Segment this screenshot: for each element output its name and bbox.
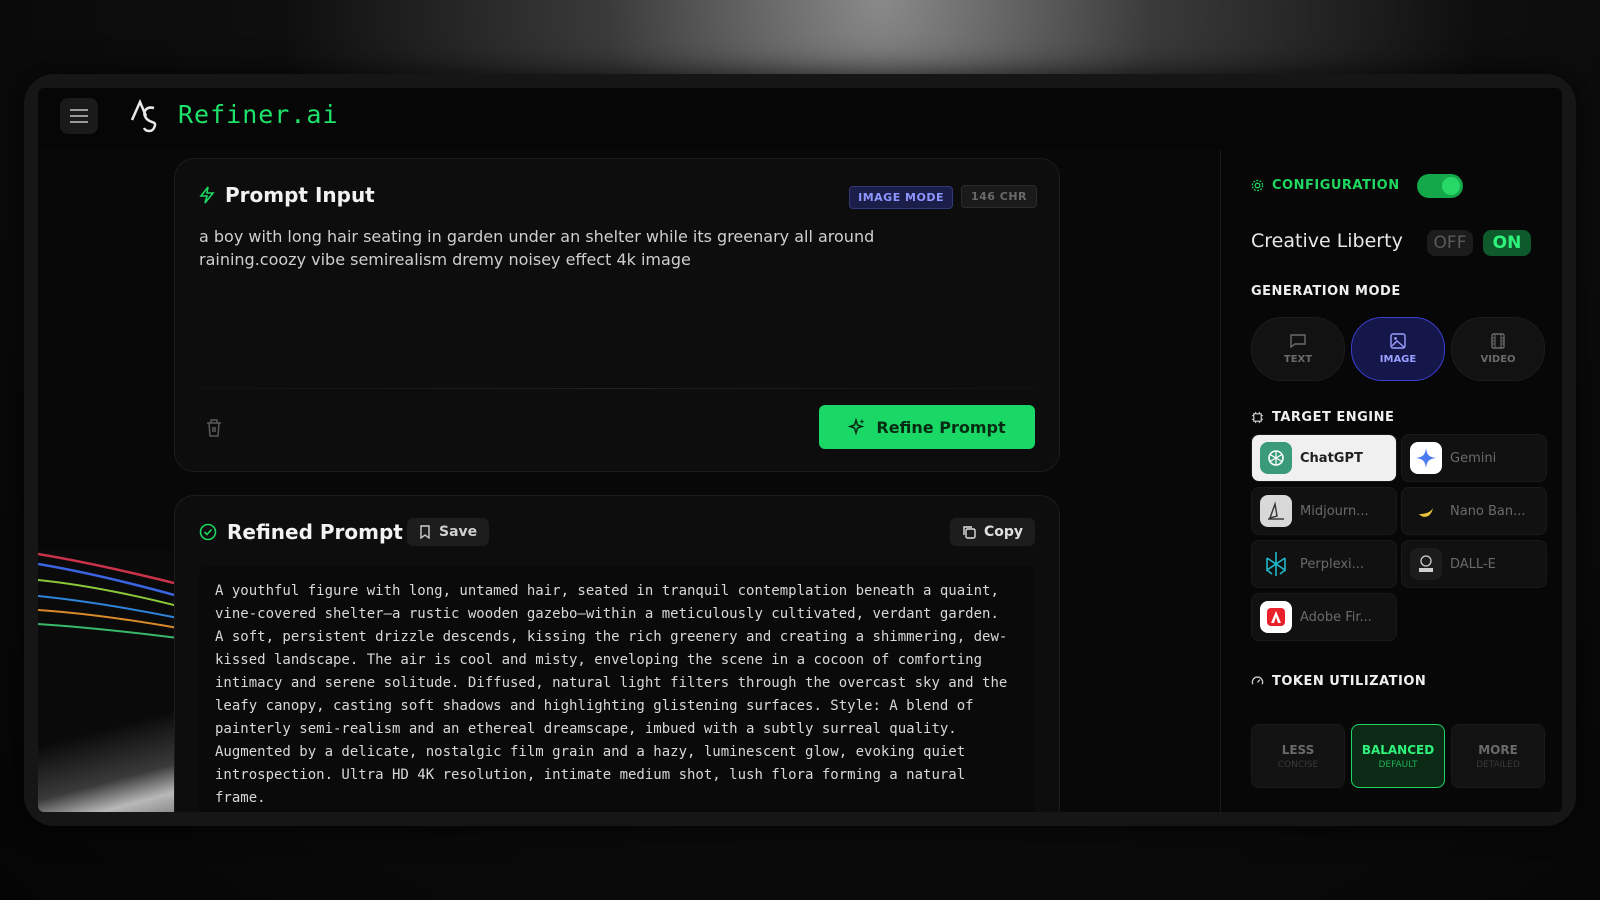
- prompt-input-heading: Prompt Input: [199, 183, 375, 207]
- message-icon: [1290, 334, 1306, 349]
- gemini-icon: [1410, 442, 1442, 474]
- generation-mode-heading: GENERATION MODE: [1251, 284, 1401, 299]
- app-screen: Refiner.ai Prompt Input IMAGE MODE 146 C…: [38, 88, 1562, 812]
- token-balanced-sub: DEFAULT: [1378, 759, 1418, 770]
- mode-text-label: TEXT: [1283, 354, 1313, 365]
- engine-dalle-label: DALL-E: [1450, 556, 1496, 572]
- engine-perplexity[interactable]: Perplexi...: [1251, 540, 1397, 588]
- configuration-title: CONFIGURATION: [1272, 178, 1400, 193]
- lightning-icon: [199, 186, 215, 204]
- char-count-badge: 146 CHR: [960, 185, 1037, 208]
- copy-label: Copy: [983, 524, 1023, 540]
- engine-midjourney-label: Midjourn...: [1300, 503, 1369, 519]
- check-circle-icon: [199, 523, 217, 541]
- decorative-stripes: [38, 550, 178, 812]
- image-icon: [1390, 333, 1406, 349]
- creative-liberty-off[interactable]: OFF: [1427, 230, 1473, 256]
- mode-text-button[interactable]: TEXT: [1251, 317, 1345, 381]
- adobe-firefly-icon: [1260, 601, 1292, 633]
- creative-liberty-on[interactable]: ON: [1483, 230, 1531, 256]
- midjourney-icon: [1260, 495, 1292, 527]
- refined-prompt-heading: Refined Prompt: [199, 520, 403, 544]
- engine-chatgpt-label: ChatGPT: [1300, 450, 1363, 466]
- engine-adobe-firefly-label: Adobe Fir...: [1300, 609, 1372, 625]
- token-more-sub: DETAILED: [1476, 759, 1520, 770]
- engine-dalle[interactable]: DALL-E: [1401, 540, 1547, 588]
- engine-gemini[interactable]: Gemini: [1401, 434, 1547, 482]
- token-balanced-button[interactable]: BALANCED DEFAULT: [1351, 724, 1445, 788]
- creative-liberty-label: Creative Liberty: [1251, 230, 1403, 252]
- token-more-button[interactable]: MORE DETAILED: [1451, 724, 1545, 788]
- toggle-knob: [1442, 177, 1460, 195]
- chatgpt-icon: [1260, 442, 1292, 474]
- engine-chatgpt[interactable]: ChatGPT: [1251, 434, 1397, 482]
- engine-midjourney[interactable]: Midjourn...: [1251, 487, 1397, 535]
- gauge-icon: [1251, 676, 1264, 685]
- refine-prompt-label: Refine Prompt: [876, 417, 1006, 437]
- mode-image-label: IMAGE: [1379, 354, 1417, 365]
- bookmark-icon: [420, 525, 430, 539]
- configuration-sidebar: CONFIGURATION Creative Liberty OFF ON GE…: [1220, 150, 1562, 812]
- engine-nano-banana[interactable]: Nano Ban...: [1401, 487, 1547, 535]
- mode-video-button[interactable]: VIDEO: [1451, 317, 1545, 381]
- image-mode-badge: IMAGE MODE: [849, 186, 953, 209]
- app-header: Refiner.ai: [38, 88, 1562, 151]
- mode-image-button[interactable]: IMAGE: [1351, 317, 1445, 381]
- prompt-textarea[interactable]: a boy with long hair seating in garden u…: [199, 225, 959, 271]
- token-utilization-heading: TOKEN UTILIZATION: [1251, 674, 1426, 689]
- divider: [199, 388, 1035, 389]
- token-more-label: MORE: [1478, 742, 1518, 757]
- copy-button[interactable]: Copy: [949, 518, 1035, 546]
- logo-icon: [130, 98, 157, 133]
- refined-text-box: A youthful figure with long, untamed hai…: [199, 566, 1035, 812]
- refined-prompt-title: Refined Prompt: [227, 520, 403, 544]
- gear-icon: [1251, 179, 1264, 192]
- cpu-icon: [1251, 411, 1264, 424]
- perplexity-icon: [1260, 548, 1292, 580]
- save-button[interactable]: Save: [407, 518, 490, 546]
- menu-button[interactable]: [60, 98, 98, 134]
- token-balanced-label: BALANCED: [1361, 742, 1435, 757]
- token-less-button[interactable]: LESS CONCISE: [1251, 724, 1345, 788]
- refined-prompt-card: Refined Prompt Save Copy A youthful figu…: [174, 495, 1060, 812]
- sparkles-icon: [848, 418, 865, 436]
- engine-perplexity-label: Perplexi...: [1300, 556, 1365, 572]
- engine-adobe-firefly[interactable]: Adobe Fir...: [1251, 593, 1397, 641]
- prompt-input-card: Prompt Input IMAGE MODE 146 CHR a boy wi…: [174, 158, 1060, 472]
- engine-nano-banana-label: Nano Ban...: [1450, 503, 1526, 519]
- save-label: Save: [439, 524, 478, 540]
- banana-icon: [1410, 495, 1442, 527]
- token-less-label: LESS: [1281, 742, 1315, 757]
- refined-text[interactable]: A youthful figure with long, untamed hai…: [215, 580, 1015, 810]
- hamburger-icon: [70, 109, 88, 123]
- target-engine-heading: TARGET ENGINE: [1251, 410, 1394, 425]
- main-panel: Prompt Input IMAGE MODE 146 CHR a boy wi…: [38, 150, 1220, 812]
- refine-prompt-button[interactable]: Refine Prompt: [819, 405, 1035, 449]
- trash-icon[interactable]: [205, 418, 223, 438]
- configuration-toggle[interactable]: [1417, 174, 1463, 198]
- film-icon: [1491, 333, 1505, 349]
- dalle-icon: [1410, 548, 1442, 580]
- engine-gemini-label: Gemini: [1450, 450, 1497, 466]
- token-utilization-title: TOKEN UTILIZATION: [1272, 674, 1427, 689]
- token-less-sub: CONCISE: [1277, 759, 1319, 770]
- mode-video-label: VIDEO: [1480, 354, 1516, 365]
- app-title: Refiner.ai: [178, 100, 339, 129]
- copy-icon: [963, 526, 976, 539]
- configuration-heading: CONFIGURATION: [1251, 178, 1400, 193]
- target-engine-title: TARGET ENGINE: [1272, 410, 1395, 425]
- prompt-input-title: Prompt Input: [225, 183, 375, 207]
